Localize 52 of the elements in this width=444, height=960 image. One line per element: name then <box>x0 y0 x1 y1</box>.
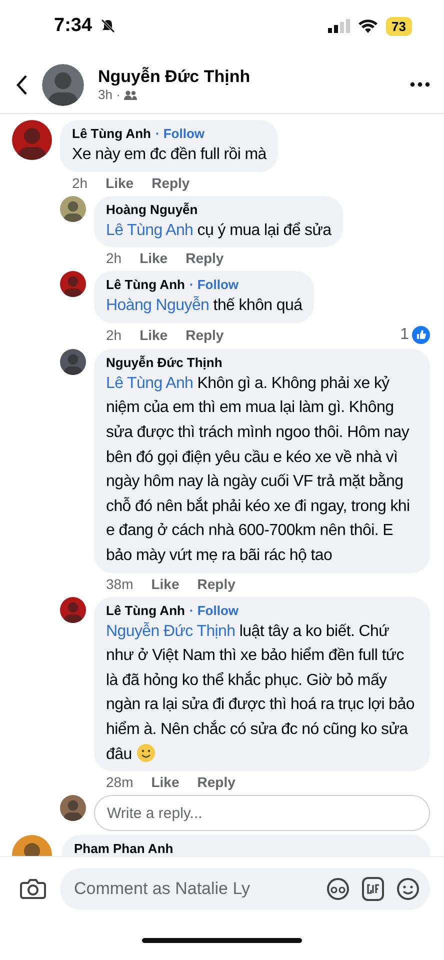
comment-time: 2h <box>106 326 122 343</box>
gif-icon[interactable] <box>362 876 384 900</box>
wifi-icon <box>358 18 378 34</box>
comment-author[interactable]: Nguyễn Đức Thịnh <box>106 354 222 370</box>
mention-link[interactable]: Nguyễn Đức Thịnh <box>106 622 236 640</box>
camera-icon[interactable] <box>20 878 46 900</box>
post-author[interactable]: Nguyễn Đức Thịnh <box>98 67 396 87</box>
battery-level: 73 <box>386 16 412 36</box>
reply-field[interactable]: Write a reply... <box>94 795 430 832</box>
friends-icon <box>124 90 138 100</box>
comment-action[interactable]: Reply <box>197 774 236 790</box>
comment-time: 38m <box>106 576 134 592</box>
comment-action[interactable]: Like <box>140 326 168 343</box>
comment-action[interactable]: Reply <box>197 576 236 592</box>
avatar-sticker-icon[interactable] <box>326 876 350 900</box>
comment-author[interactable]: Hoàng Nguyễn <box>106 202 198 217</box>
reaction-count: 1 <box>400 326 409 344</box>
comment-action[interactable]: Like <box>140 250 168 266</box>
clock-time: 7:34 <box>54 15 92 37</box>
comment-action[interactable]: Like <box>151 576 180 592</box>
comment-text: Lê Tùng Anh cụ ý mua lại để sửa <box>106 220 332 241</box>
signal-icon <box>328 19 350 33</box>
comment-time: 2h <box>72 174 88 191</box>
comment-action[interactable]: Reply <box>152 174 190 191</box>
comment-time: 2h <box>106 250 122 266</box>
comment-field[interactable]: Comment as Natalie Ly <box>60 868 430 910</box>
follow-link[interactable]: · Follow <box>189 277 239 292</box>
mention-link[interactable]: Lê Tùng Anh <box>106 374 194 392</box>
comment-action[interactable]: Like <box>106 174 134 191</box>
avatar <box>42 64 84 106</box>
mention-link[interactable]: Lê Tùng Anh <box>106 222 194 239</box>
follow-link[interactable]: · Follow <box>189 602 239 618</box>
comment-author[interactable]: Pham Phan Anh <box>74 841 174 856</box>
mention-link[interactable]: Hoàng Nguyễn <box>106 297 210 314</box>
comment-text: Xe này em đc đền full rồi mà <box>72 145 266 165</box>
comment-author[interactable]: Lê Tùng Anh <box>72 126 151 141</box>
comment-author[interactable]: Lê Tùng Anh <box>106 277 185 292</box>
more-icon[interactable] <box>410 82 430 87</box>
comment-text: Hoàng Nguyễn thế khôn quá <box>106 295 302 316</box>
comment-text: Lê Tùng Anh Khôn gì a. Không phải xe kỷ niệm của em thì em mua lại làm gì. Không sửa được thì trách mình ngoo thôi. Hôm nay bên đó gọi điện yêu cầu e kéo xe về nhà vì ngày hôm nay là ngày cuối VF trả mặt bằng chỗ đó nên bắt phải kéo xe đi ngay, trong khi e đang ở cách nhà 600-700km nên thôi. E bảo mày vứt mẹ ra bãi rác hộ tao <box>106 374 411 566</box>
comment-time: 28m <box>106 774 134 790</box>
post-time: 3h · <box>98 87 120 102</box>
comment-action[interactable]: Reply <box>186 326 224 343</box>
avatar <box>60 795 86 822</box>
comment-action[interactable]: Reply <box>186 250 224 266</box>
comment-text: Nguyễn Đức Thịnh luật tây a ko biết. Chứ như ở Việt Nam thì xe bảo hiểm đền full tức là đã hỏng ko thể khắc phục. Giờ bỏ mấy ngàn ra lại sửa đi được thì hoá ra trục lợi bảo hiểm à. Nên chắc có sửa đc nó cũng ko sửa đâu <box>106 621 416 764</box>
like-icon <box>412 326 430 344</box>
emoji-icon[interactable] <box>396 876 420 900</box>
comment-action[interactable]: Like <box>151 774 180 790</box>
comment-author[interactable]: Lê Tùng Anh <box>106 602 185 618</box>
follow-link[interactable]: · Follow <box>155 126 205 141</box>
back-icon[interactable] <box>16 74 28 96</box>
